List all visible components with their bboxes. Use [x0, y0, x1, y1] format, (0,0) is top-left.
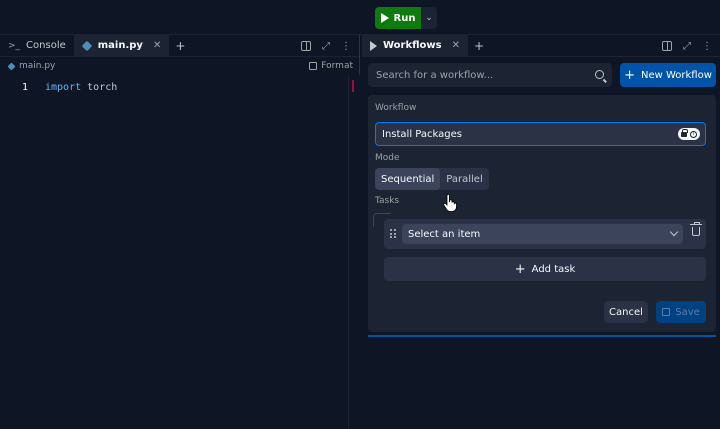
trash-icon[interactable]: [690, 222, 702, 236]
code-text: import torch: [45, 82, 117, 93]
add-task-label: Add task: [531, 263, 576, 275]
python-icon: [81, 40, 93, 51]
divider: [368, 335, 716, 337]
run-label: Run: [393, 12, 416, 24]
save-button[interactable]: Save: [656, 301, 706, 323]
run-options-button[interactable]: ⌄: [421, 7, 437, 29]
maximize-icon[interactable]: ⤢: [682, 41, 692, 52]
format-button[interactable]: Format: [309, 57, 353, 75]
split-pane-icon[interactable]: [301, 41, 311, 51]
more-options-icon[interactable]: ⋮: [702, 41, 712, 52]
workflow-field-label: Workflow: [375, 103, 417, 113]
drag-handle-icon[interactable]: [390, 229, 396, 238]
workflows-pane: Workflows ✕ + ⤢ ⋮ Search for a workflow.…: [362, 34, 720, 429]
play-icon: [380, 13, 389, 23]
mode-label: Mode: [375, 153, 400, 163]
workflow-name-input[interactable]: Install Packages i: [375, 122, 706, 146]
scrollbar-marker: [352, 80, 354, 92]
workflow-search-input[interactable]: Search for a workflow...: [368, 63, 612, 87]
split-pane-icon[interactable]: [662, 41, 672, 51]
new-workflow-button[interactable]: + New Workflow: [620, 63, 716, 87]
tab-label: Workflows: [383, 40, 442, 51]
close-icon[interactable]: ✕: [452, 40, 460, 51]
save-icon: [662, 308, 671, 316]
maximize-icon[interactable]: ⤢: [321, 41, 331, 52]
save-label: Save: [675, 306, 700, 318]
plus-icon: +: [624, 67, 635, 83]
terminal-icon: >_: [8, 40, 21, 51]
search-placeholder: Search for a workflow...: [376, 69, 494, 81]
close-icon[interactable]: ✕: [153, 40, 161, 51]
add-task-button[interactable]: + Add task: [384, 257, 706, 281]
workflow-name-value: Install Packages: [382, 128, 462, 140]
chevron-down-icon: ⌄: [425, 13, 433, 23]
editor-tab-bar: >_ Console main.py ✕ + ⤢ ⋮: [0, 34, 359, 57]
mode-parallel[interactable]: Parallel: [440, 168, 488, 190]
editor-scrollbar[interactable]: [348, 75, 360, 429]
new-tab-button[interactable]: +: [169, 39, 191, 53]
play-outline-icon: [370, 40, 377, 51]
new-tab-button[interactable]: +: [468, 39, 490, 53]
task-select-placeholder: Select an item: [408, 228, 481, 240]
code-line: 1 import torch: [0, 79, 360, 95]
lock-icon: [681, 128, 689, 137]
task-row: Select an item: [384, 219, 706, 249]
tasks-label: Tasks: [375, 196, 400, 206]
info-icon: i: [689, 130, 697, 138]
format-icon: [309, 62, 318, 70]
tab-console[interactable]: >_ Console: [0, 35, 74, 57]
code-editor[interactable]: 1 import torch: [0, 75, 360, 429]
tab-label: Console: [26, 40, 66, 51]
line-number: 1: [21, 81, 28, 93]
tab-main-py[interactable]: main.py ✕: [73, 34, 170, 57]
file-icon: [7, 62, 16, 70]
tab-label: main.py: [97, 40, 143, 51]
more-options-icon[interactable]: ⋮: [341, 41, 351, 52]
code-identifier: torch: [87, 81, 118, 93]
pane-controls: ⤢ ⋮: [301, 35, 351, 57]
workflows-tab-bar: Workflows ✕ + ⤢ ⋮: [362, 34, 720, 57]
format-label: Format: [321, 61, 353, 71]
tab-workflows[interactable]: Workflows ✕: [362, 34, 468, 57]
mode-toggle: Sequential Parallel: [375, 168, 489, 190]
file-breadcrumb: main.py Format: [0, 57, 359, 75]
run-button[interactable]: Run: [375, 7, 421, 29]
new-workflow-label: New Workflow: [640, 69, 712, 81]
secrets-badge[interactable]: i: [678, 128, 700, 140]
workflow-editor-card: Workflow Install Packages i Mode Sequent…: [368, 95, 716, 332]
chevron-down-icon: [669, 227, 679, 237]
workflow-search-row: Search for a workflow... + New Workflow: [368, 63, 716, 87]
mode-sequential[interactable]: Sequential: [375, 168, 441, 190]
hand-cursor-icon: [443, 194, 457, 212]
editor-pane: >_ Console main.py ✕ + ⤢ ⋮ main.py Forma…: [0, 34, 360, 429]
cancel-label: Cancel: [609, 306, 643, 318]
search-icon: [595, 70, 604, 79]
file-path: main.py: [19, 61, 56, 71]
task-select[interactable]: Select an item: [402, 224, 683, 244]
plus-icon: +: [514, 261, 526, 277]
code-keyword: import: [45, 81, 82, 93]
cancel-button[interactable]: Cancel: [604, 301, 648, 323]
pane-controls: ⤢ ⋮: [662, 35, 712, 57]
top-bar: Run ⌄: [0, 0, 720, 35]
